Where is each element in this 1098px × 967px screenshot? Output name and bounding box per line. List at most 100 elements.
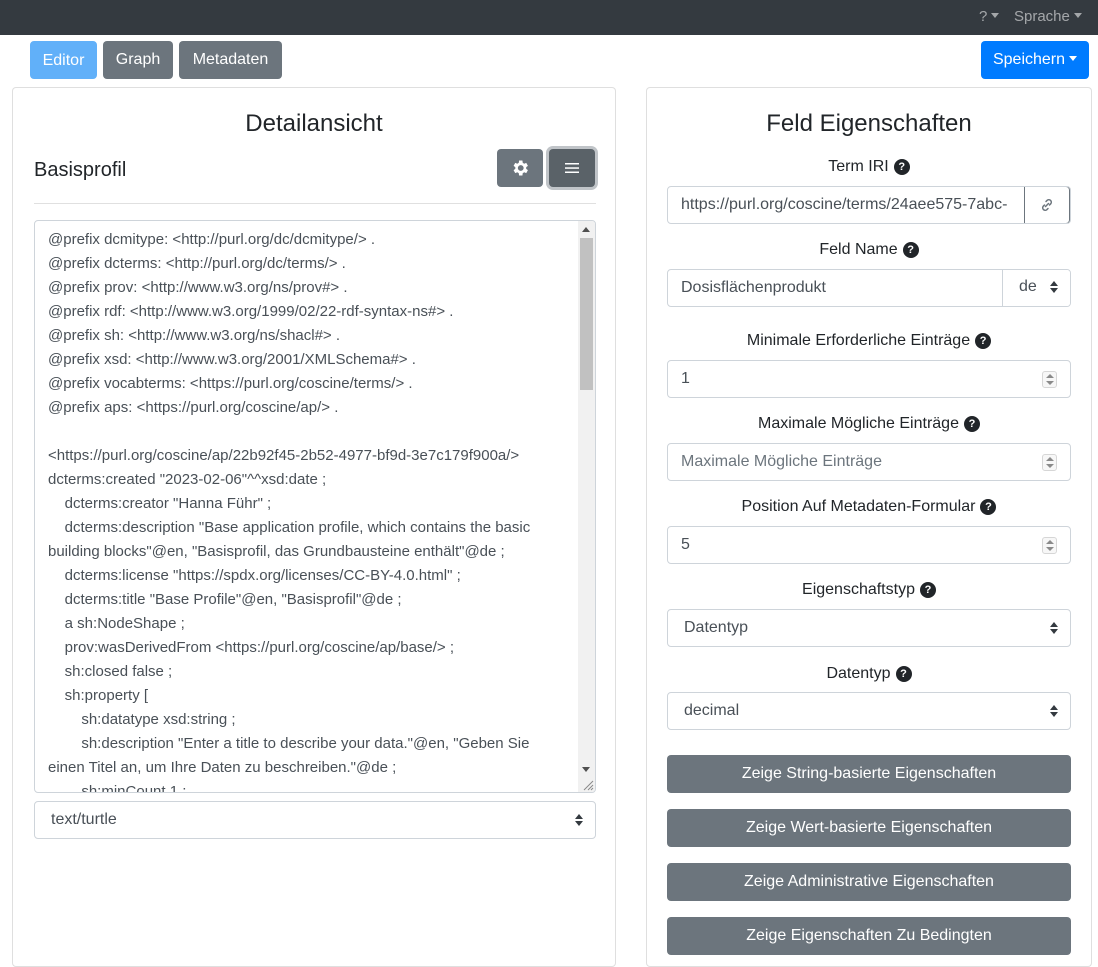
help-dropdown[interactable]: ? — [979, 0, 1000, 35]
format-select-value: text/turtle — [51, 811, 117, 828]
top-navbar: ? Sprache — [0, 0, 1098, 35]
graph-button[interactable]: Graph — [103, 41, 173, 79]
select-arrows-icon — [575, 814, 583, 826]
code-line: einen Titel an, um Ihre Daten zu beschre… — [48, 759, 397, 776]
scroll-thumb[interactable] — [580, 238, 593, 390]
code-line: @prefix prov: <http://www.w3.org/ns/prov… — [48, 279, 348, 296]
select-arrows-icon — [1050, 622, 1058, 634]
code-line: sh:closed false ; — [48, 663, 173, 680]
help-icon[interactable]: ? — [975, 333, 992, 349]
field-name-input[interactable]: Dosisflächenprodukt de — [667, 269, 1071, 307]
language-select[interactable]: de — [1002, 270, 1070, 306]
field-name-value: Dosisflächenprodukt — [681, 279, 826, 296]
help-icon[interactable]: ? — [980, 499, 997, 515]
max-entries-label: Maximale Mögliche Einträge? — [647, 414, 1091, 434]
code-line: sh:description "Enter a title to describ… — [48, 735, 530, 752]
editor-scrollbar[interactable] — [578, 221, 595, 792]
gear-icon — [513, 160, 528, 176]
help-icon[interactable]: ? — [893, 159, 910, 175]
code-line: @prefix aps: <https://purl.org/coscine/a… — [48, 399, 339, 416]
divider — [34, 203, 596, 204]
datatype-value: decimal — [684, 702, 740, 719]
language-dropdown[interactable]: Sprache — [1014, 0, 1082, 35]
datatype-label-text: Datentyp — [826, 665, 891, 682]
min-entries-label-text: Minimale Erforderliche Einträge — [746, 332, 971, 349]
select-arrows-icon — [1050, 705, 1058, 717]
code-line: sh:datatype xsd:string ; — [48, 711, 236, 728]
position-input[interactable]: 5 — [667, 526, 1071, 564]
code-line: a sh:NodeShape ; — [48, 615, 185, 632]
language-dropdown-label: Sprache — [1014, 8, 1070, 25]
metadata-button[interactable]: Metadaten — [179, 41, 282, 79]
code-line: @prefix dcmitype: <http://purl.org/dc/dc… — [48, 231, 376, 248]
code-line: prov:wasDerivedFrom <https://purl.org/co… — [48, 639, 455, 656]
number-stepper-icon[interactable] — [1042, 537, 1057, 554]
code-line: dcterms:creator "Hanna Führ" ; — [48, 495, 272, 512]
chevron-down-icon — [1073, 13, 1082, 18]
field-properties-title: Feld Eigenschaften — [766, 110, 972, 137]
position-label: Position Auf Metadaten-Formular? — [647, 497, 1091, 517]
number-stepper-icon[interactable] — [1042, 454, 1057, 471]
code-line: dcterms:title "Base Profile"@en, "Basisp… — [48, 591, 402, 608]
property-type-label: Eigenschaftstyp? — [647, 580, 1091, 600]
resize-grip-icon[interactable] — [582, 779, 594, 791]
editor-button[interactable]: Editor — [30, 41, 97, 79]
number-stepper-icon[interactable] — [1042, 371, 1057, 388]
detail-view-card: Detailansicht Basisprofil @prefix dcmity… — [12, 87, 616, 967]
show-administrative-properties-button[interactable]: Zeige Administrative Eigenschaften — [667, 863, 1071, 901]
min-entries-input[interactable]: 1 — [667, 360, 1071, 398]
select-arrows-icon — [1050, 281, 1058, 293]
help-icon[interactable]: ? — [902, 242, 919, 258]
turtle-code-editor[interactable]: @prefix dcmitype: <http://purl.org/dc/dc… — [34, 220, 596, 793]
link-icon — [1041, 198, 1053, 212]
chevron-down-icon — [1069, 56, 1078, 61]
code-line: @prefix xsd: <http://www.w3.org/2001/XML… — [48, 351, 416, 368]
show-conditional-properties-button[interactable]: Zeige Eigenschaften Zu Bedingten — [667, 917, 1071, 955]
show-value-properties-button[interactable]: Zeige Wert-basierte Eigenschaften — [667, 809, 1071, 847]
code-line: @prefix rdf: <http://www.w3.org/1999/02/… — [48, 303, 454, 320]
code-line: sh:minCount 1 ; — [48, 783, 187, 793]
save-button-label: Speichern — [992, 51, 1066, 68]
code-lines: @prefix dcmitype: <http://purl.org/dc/dc… — [48, 228, 568, 793]
help-icon[interactable]: ? — [963, 416, 980, 432]
hamburger-menu-icon — [565, 163, 579, 173]
code-line: @prefix vocabterms: <https://purl.org/co… — [48, 375, 413, 392]
code-line: @prefix sh: <http://www.w3.org/ns/shacl#… — [48, 327, 341, 344]
field-name-label: Feld Name? — [647, 240, 1091, 260]
menu-toggle-button[interactable] — [549, 149, 595, 187]
scroll-up-icon[interactable] — [582, 227, 590, 232]
code-line: dcterms:description "Base application pr… — [48, 519, 531, 536]
chevron-down-icon — [991, 13, 1000, 18]
property-type-select[interactable]: Datentyp — [667, 609, 1071, 647]
show-string-properties-button[interactable]: Zeige String-basierte Eigenschaften — [667, 755, 1071, 793]
term-iri-input[interactable]: https://purl.org/coscine/terms/24aee575-… — [667, 186, 1071, 224]
save-dropdown-button[interactable]: Speichern — [981, 41, 1089, 79]
min-entries-value: 1 — [681, 370, 690, 387]
position-value: 5 — [681, 536, 690, 553]
term-iri-value: https://purl.org/coscine/terms/24aee575-… — [681, 196, 1008, 213]
profile-name: Basisprofil — [34, 159, 127, 181]
open-link-button[interactable] — [1024, 187, 1070, 223]
format-select[interactable]: text/turtle — [34, 801, 596, 839]
settings-button[interactable] — [497, 149, 543, 187]
detail-view-title: Detailansicht — [245, 110, 383, 137]
scroll-down-icon[interactable] — [582, 767, 590, 772]
help-icon[interactable]: ? — [895, 666, 912, 682]
property-type-value: Datentyp — [684, 619, 749, 636]
term-iri-label: Term IRI? — [647, 157, 1091, 177]
property-type-label-text: Eigenschaftstyp — [802, 581, 915, 598]
term-iri-label-text: Term IRI — [828, 158, 889, 175]
language-select-value: de — [1019, 278, 1037, 295]
code-line: sh:property [ — [48, 687, 149, 704]
max-entries-placeholder: Maximale Mögliche Einträge — [681, 453, 882, 470]
code-line: dcterms:created "2023-02-06"^^xsd:date ; — [48, 471, 327, 488]
code-line: building blocks"@en, "Basisprofil, das G… — [48, 543, 505, 560]
datatype-select[interactable]: decimal — [667, 692, 1071, 730]
max-entries-label-text: Maximale Mögliche Einträge — [758, 415, 959, 432]
max-entries-input[interactable]: Maximale Mögliche Einträge — [667, 443, 1071, 481]
help-icon[interactable]: ? — [919, 582, 936, 598]
field-properties-card: Feld Eigenschaften Term IRI? https://pur… — [646, 87, 1092, 967]
code-line: <https://purl.org/coscine/ap/22b92f45-2b… — [48, 447, 520, 464]
code-line: dcterms:license "https://spdx.org/licens… — [48, 567, 461, 584]
